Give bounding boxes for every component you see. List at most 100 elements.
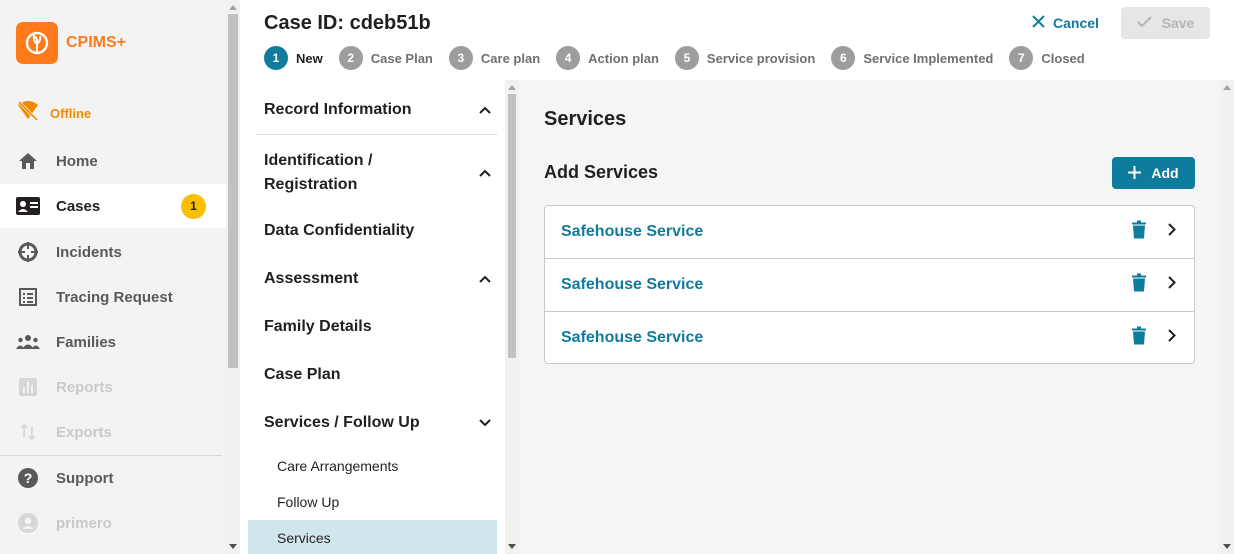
form-section-identification-registration[interactable]: Identification / Registration: [264, 149, 497, 197]
workflow-step: 7 Closed: [1009, 46, 1085, 70]
nav-families[interactable]: Families: [0, 320, 226, 364]
nav-reports: Reports: [0, 365, 226, 409]
cases-count-badge: 1: [181, 193, 206, 219]
nav-home-label: Home: [56, 152, 98, 170]
bar-chart-icon: [16, 375, 40, 399]
chevron-down-icon: [479, 414, 491, 432]
chevron-right-icon[interactable]: [1168, 276, 1176, 294]
service-name[interactable]: Safehouse Service: [561, 329, 703, 347]
help-icon: ?: [16, 466, 40, 490]
form-section-services-follow-up[interactable]: Services / Follow Up: [264, 414, 497, 432]
record-header: Case ID: cdeb51b Cancel Save 1 New 2 Cas…: [240, 0, 1234, 80]
step-number: 4: [556, 46, 581, 70]
step-number: 3: [448, 46, 473, 70]
nav-user-label: primero: [56, 514, 112, 532]
form-subsection-care-arrangements[interactable]: Care Arrangements: [248, 448, 497, 484]
form-section-nav: Record Information Identification / Regi…: [240, 80, 505, 554]
user-icon: [16, 511, 40, 535]
workflow-step: 2 Case Plan: [338, 46, 433, 70]
form-section-label: Case Plan: [264, 366, 341, 383]
form-section-data-confidentiality[interactable]: Data Confidentiality: [264, 222, 497, 240]
logo-icon: [16, 22, 58, 64]
service-row[interactable]: Safehouse Service: [545, 206, 1194, 259]
step-label: Service provision: [706, 50, 816, 66]
svg-text:?: ?: [24, 470, 33, 486]
wifi-off-icon: [16, 100, 40, 127]
form-section-label: Identification / Registration: [264, 152, 373, 193]
form-section-assessment[interactable]: Assessment: [264, 270, 497, 288]
form-section-label: Record Information: [264, 101, 412, 118]
delete-icon[interactable]: [1132, 220, 1146, 244]
nav-incidents[interactable]: Incidents: [0, 230, 226, 274]
workflow-step: 4 Action plan: [556, 46, 659, 70]
scroll-down-arrow[interactable]: [229, 544, 237, 549]
service-row[interactable]: Safehouse Service: [545, 259, 1194, 312]
nav-tracing-request-label: Tracing Request: [56, 288, 173, 306]
offline-label: Offline: [50, 106, 92, 121]
nav-cases-label: Cases: [56, 197, 101, 215]
cancel-button[interactable]: Cancel: [1032, 12, 1099, 34]
app-root: CPIMS+ Offline Home Cases 1 Incidents Tr…: [0, 0, 1234, 554]
chevron-up-icon: [479, 161, 491, 185]
form-nav-scroll-thumb[interactable]: [508, 94, 516, 358]
nav-families-label: Families: [56, 333, 117, 351]
people-icon: [16, 330, 40, 354]
scroll-down-arrow[interactable]: [508, 544, 516, 549]
service-name[interactable]: Safehouse Service: [561, 223, 703, 241]
service-name[interactable]: Safehouse Service: [561, 276, 703, 294]
save-button[interactable]: Save: [1121, 7, 1210, 39]
form-nav-scrollbar[interactable]: [505, 80, 519, 554]
workflow-step: 5 Service provision: [674, 46, 816, 70]
app-logo[interactable]: CPIMS+: [16, 22, 126, 64]
form-subsection-services[interactable]: Services: [248, 520, 497, 554]
sidebar-scrollbar[interactable]: [226, 0, 240, 554]
form-section-label: Family Details: [264, 318, 372, 335]
form-subsection-label: Services: [277, 530, 331, 546]
chevron-right-icon[interactable]: [1168, 328, 1176, 347]
sidebar: CPIMS+ Offline Home Cases 1 Incidents Tr…: [0, 0, 226, 554]
plus-icon: [1128, 163, 1142, 183]
step-number: 2: [338, 46, 363, 70]
sidebar-scroll-thumb[interactable]: [228, 14, 238, 368]
nav-exports: Exports: [0, 410, 226, 454]
nav-tracing-request[interactable]: Tracing Request: [0, 275, 226, 319]
form-subsection-follow-up[interactable]: Follow Up: [248, 484, 497, 520]
cancel-label: Cancel: [1053, 15, 1099, 31]
check-icon: [1136, 15, 1152, 31]
scroll-up-arrow[interactable]: [229, 5, 237, 10]
id-card-icon: [16, 194, 40, 218]
main-scrollbar[interactable]: [1220, 80, 1234, 554]
form-section-case-plan[interactable]: Case Plan: [264, 366, 497, 384]
nav-exports-label: Exports: [56, 423, 112, 441]
step-label: New: [296, 50, 323, 66]
nav-support[interactable]: ? Support: [0, 456, 226, 500]
save-label: Save: [1161, 15, 1195, 31]
delete-icon[interactable]: [1132, 273, 1146, 297]
form-section-label: Assessment: [264, 270, 359, 287]
nav-cases[interactable]: Cases 1: [0, 184, 226, 228]
chevron-right-icon[interactable]: [1168, 223, 1176, 241]
scroll-up-arrow[interactable]: [508, 85, 516, 90]
nav-user-primero[interactable]: primero: [0, 501, 226, 545]
step-number: 7: [1009, 46, 1034, 70]
add-service-button[interactable]: Add: [1112, 157, 1195, 189]
swap-vertical-icon: [16, 420, 40, 444]
service-row[interactable]: Safehouse Service: [545, 312, 1194, 363]
step-number: 5: [674, 46, 699, 70]
nav-support-label: Support: [56, 469, 114, 487]
chevron-up-icon: [479, 101, 491, 119]
nav-home[interactable]: Home: [0, 139, 226, 183]
form-section-record-information[interactable]: Record Information: [264, 101, 497, 119]
step-label: Action plan: [588, 50, 659, 66]
form-section-family-details[interactable]: Family Details: [264, 318, 497, 336]
scroll-down-arrow[interactable]: [1223, 544, 1231, 549]
nav-incidents-label: Incidents: [56, 243, 122, 261]
step-label: Care plan: [480, 50, 541, 66]
scroll-up-arrow[interactable]: [1223, 85, 1231, 90]
workflow-step: 1 New: [264, 46, 323, 70]
page-title: Case ID: cdeb51b: [264, 12, 431, 34]
delete-icon[interactable]: [1132, 326, 1146, 349]
workflow-step: 6 Service Implemented: [831, 46, 993, 70]
close-icon: [1032, 15, 1045, 31]
nav-reports-label: Reports: [56, 378, 113, 396]
